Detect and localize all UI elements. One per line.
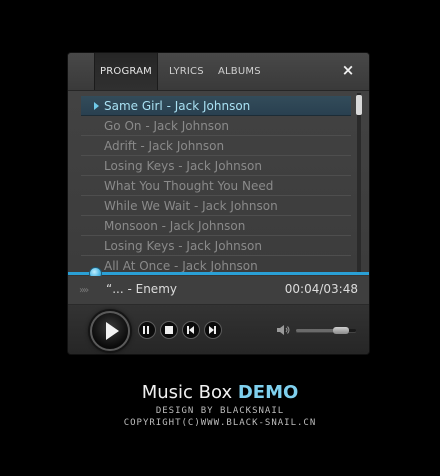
playlist-scrollbar[interactable] xyxy=(356,93,362,273)
progress-bar[interactable] xyxy=(68,272,369,275)
list-item[interactable]: Losing Keys - Jack Johnson xyxy=(81,236,351,256)
volume-icon[interactable] xyxy=(277,325,291,335)
track-title: Losing Keys - Jack Johnson xyxy=(104,159,262,173)
playlist: Same Girl - Jack Johnson Go On - Jack Jo… xyxy=(68,91,369,272)
time-readout: 00:04/03:48 xyxy=(284,282,358,296)
stop-button[interactable] xyxy=(160,321,178,339)
now-playing-arrow-icon xyxy=(94,102,99,110)
tab-lyrics[interactable]: LYRICS xyxy=(169,53,204,90)
brand-name: Music Box xyxy=(141,382,233,403)
track-title: Monsoon - Jack Johnson xyxy=(104,219,246,233)
list-item[interactable]: Losing Keys - Jack Johnson xyxy=(81,156,351,176)
brand-title: Music Box DEMO xyxy=(0,382,440,403)
volume-knob[interactable] xyxy=(333,327,349,334)
previous-button[interactable] xyxy=(182,321,200,339)
tab-albums[interactable]: ALBUMS xyxy=(218,53,261,90)
track-title: Same Girl - Jack Johnson xyxy=(104,99,251,113)
play-icon xyxy=(106,322,119,340)
stop-icon xyxy=(165,326,173,334)
list-item[interactable]: While We Wait - Jack Johnson xyxy=(81,196,351,216)
track-title: Go On - Jack Johnson xyxy=(104,119,230,133)
list-item[interactable]: Monsoon - Jack Johnson xyxy=(81,216,351,236)
scrollbar-thumb[interactable] xyxy=(356,95,362,115)
track-title: Losing Keys - Jack Johnson xyxy=(104,239,262,253)
design-credit: DESIGN BY BLACKSNAIL xyxy=(155,406,285,416)
copyright-credit: COPYRIGHT(C)WWW.BLACK-SNAIL.CN xyxy=(123,418,317,428)
chevrons-icon: »» xyxy=(79,285,89,296)
list-item[interactable]: All At Once - Jack Johnson xyxy=(81,256,351,272)
control-bar xyxy=(68,305,369,354)
tab-program[interactable]: PROGRAM xyxy=(94,53,159,90)
list-item[interactable]: Go On - Jack Johnson xyxy=(81,116,351,136)
track-title: What You Thought You Need xyxy=(104,179,274,193)
tab-bar: PROGRAM LYRICS ALBUMS × xyxy=(68,53,369,91)
play-button[interactable] xyxy=(90,311,130,351)
track-title: All At Once - Jack Johnson xyxy=(104,259,258,272)
now-playing-bar: »» “... - Enemy 00:04/03:48 xyxy=(68,276,369,305)
close-icon[interactable]: × xyxy=(341,63,355,78)
pause-button[interactable] xyxy=(138,321,156,339)
list-item[interactable]: What You Thought You Need xyxy=(81,176,351,196)
music-player: PROGRAM LYRICS ALBUMS × Same Girl - Jack… xyxy=(68,53,369,354)
now-playing-title: “... - Enemy xyxy=(106,282,177,296)
list-item[interactable]: Adrift - Jack Johnson xyxy=(81,136,351,156)
volume-slider[interactable] xyxy=(296,327,356,334)
track-title: Adrift - Jack Johnson xyxy=(104,139,225,153)
next-button[interactable] xyxy=(204,321,222,339)
track-title: While We Wait - Jack Johnson xyxy=(104,199,278,213)
brand-tag: DEMO xyxy=(237,382,299,403)
list-item[interactable]: Same Girl - Jack Johnson xyxy=(81,96,351,116)
